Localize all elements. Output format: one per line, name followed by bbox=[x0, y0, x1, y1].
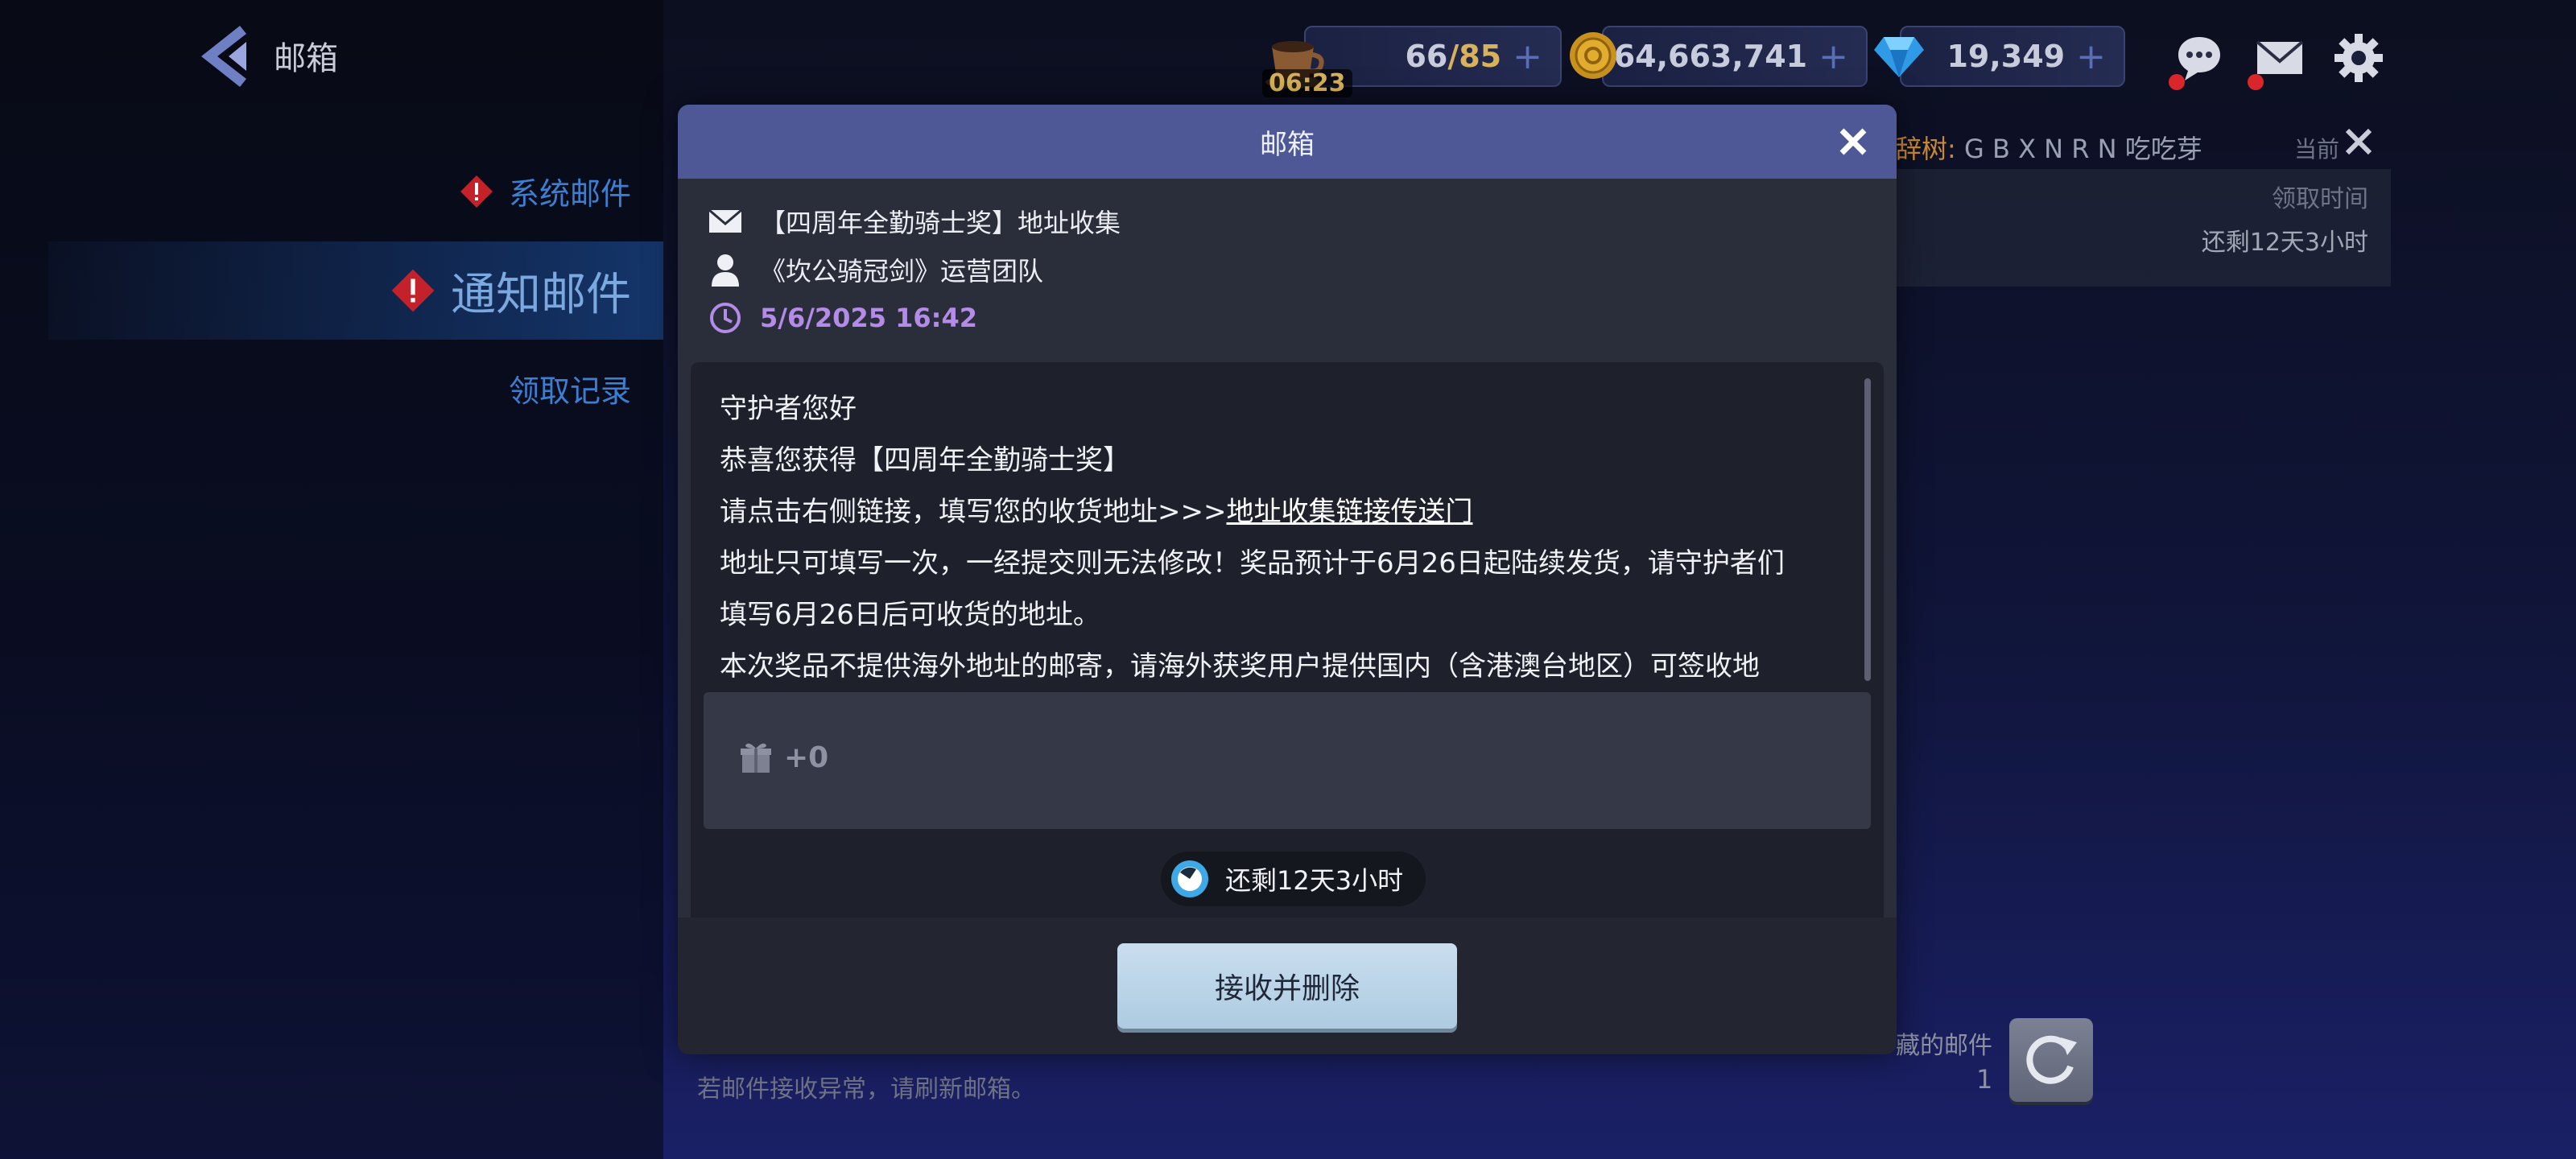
accept-and-delete-button[interactable]: 接收并删除 bbox=[1117, 943, 1457, 1029]
body-line: 请点击右侧链接，填写您的收货地址>>>地址收集链接传送门 bbox=[720, 496, 1473, 528]
close-icon[interactable] bbox=[1834, 122, 1872, 161]
refresh-hint: 若邮件接收异常，请刷新邮箱。 bbox=[697, 1075, 1035, 1103]
notification-dot bbox=[2248, 74, 2264, 90]
mail-detail-dialog: 邮箱 【四周年全勤骑士奖】地址收集 《坎公骑冠剑》运营团队 5/6/2025 1… bbox=[678, 105, 1897, 1054]
sidebar: 邮箱 系统邮件 通知邮件 领取记录 bbox=[0, 0, 663, 1159]
add-gem-button[interactable]: + bbox=[2076, 36, 2106, 77]
gear-icon[interactable] bbox=[2333, 32, 2384, 84]
coin-value: 64,663,741 bbox=[1613, 39, 1808, 74]
address-form-link[interactable]: 地址收集链接传送门 bbox=[1226, 496, 1472, 528]
alert-icon bbox=[391, 269, 435, 312]
envelope-icon bbox=[708, 208, 742, 233]
body-line: 守护者您好 bbox=[720, 393, 857, 425]
sidebar-item-label: 系统邮件 bbox=[508, 176, 631, 212]
mail-subject-row: 【四周年全勤骑士奖】地址收集 bbox=[707, 203, 1121, 240]
alert-icon bbox=[460, 175, 493, 208]
mail-subject: 【四周年全勤骑士奖】地址收集 bbox=[760, 208, 1121, 238]
expiry-badge: 还剩12天3小时 bbox=[1161, 852, 1426, 906]
gift-icon bbox=[741, 743, 771, 773]
timer-icon bbox=[1171, 860, 1208, 897]
mail-icon[interactable] bbox=[2254, 32, 2306, 84]
notification-dot bbox=[2169, 74, 2185, 90]
energy-current: 66 bbox=[1405, 39, 1448, 74]
expiry-text: 还剩12天3小时 bbox=[1225, 865, 1404, 896]
mail-date: 5/6/2025 16:42 bbox=[760, 303, 977, 333]
gold-coin-icon bbox=[1570, 32, 1616, 79]
add-energy-button[interactable]: + bbox=[1513, 36, 1542, 77]
mail-date-row: 5/6/2025 16:42 bbox=[707, 299, 977, 336]
diamond-icon bbox=[1874, 37, 1924, 77]
refresh-button[interactable] bbox=[2009, 1018, 2093, 1102]
mail-count: 1 bbox=[1976, 1064, 1993, 1095]
add-coin-button[interactable]: + bbox=[1818, 36, 1848, 77]
coin-counter: 64,663,741 + bbox=[1602, 26, 1868, 87]
sidebar-item-claim-history[interactable]: 领取记录 bbox=[509, 366, 631, 410]
body-line: 恭喜您获得【四周年全勤骑士奖】 bbox=[720, 444, 1130, 476]
energy-max: /85 bbox=[1447, 39, 1502, 74]
sidebar-item-label: 领取记录 bbox=[508, 373, 631, 409]
current-label: 当前 bbox=[2294, 136, 2340, 163]
user-icon bbox=[712, 254, 739, 287]
sidebar-item-notice-mail[interactable]: 通知邮件 bbox=[48, 241, 663, 340]
remaining-time: 还剩12天3小时 bbox=[2201, 229, 2368, 257]
attachment-item: +0 bbox=[739, 740, 828, 774]
mail-count-label: 藏的邮件 bbox=[1896, 1032, 1992, 1060]
attachment-area bbox=[704, 692, 1871, 829]
attachment-count: +0 bbox=[784, 740, 829, 774]
page-title: 邮箱 bbox=[274, 40, 338, 77]
body-line: 本次奖品不提供海外地址的邮寄，请海外获奖用户提供国内（含港澳台地区）可签收地 bbox=[720, 650, 1760, 683]
dialog-title: 邮箱 bbox=[1260, 128, 1315, 161]
filter-label: 辞树: G B X N R N 吃吃芽 bbox=[1896, 134, 2202, 164]
body-line: 填写6月26日后可收货的地址。 bbox=[720, 599, 1100, 631]
claim-time-header: 领取时间 bbox=[2272, 185, 2368, 213]
clock-icon bbox=[710, 303, 741, 333]
gem-counter: 19,349 + bbox=[1900, 26, 2125, 87]
back-arrow-icon[interactable] bbox=[193, 23, 258, 90]
mail-sender: 《坎公骑冠剑》运营团队 bbox=[760, 256, 1044, 287]
close-icon[interactable] bbox=[2343, 126, 2375, 158]
body-line: 地址只可填写一次，一经提交则无法修改！奖品预计于6月26日起陆续发货，请守护者们 bbox=[720, 547, 1785, 580]
gem-value: 19,349 bbox=[1946, 39, 2066, 74]
body-scrollbar[interactable] bbox=[1864, 378, 1871, 681]
sidebar-item-system-mail[interactable]: 系统邮件 bbox=[459, 169, 631, 213]
energy-timer: 06:23 bbox=[1262, 69, 1352, 97]
dialog-header: 邮箱 bbox=[678, 105, 1897, 179]
mail-sender-row: 《坎公骑冠剑》运营团队 bbox=[707, 251, 1043, 288]
refresh-icon bbox=[2026, 1035, 2077, 1084]
sidebar-item-label: 通知邮件 bbox=[451, 268, 631, 321]
